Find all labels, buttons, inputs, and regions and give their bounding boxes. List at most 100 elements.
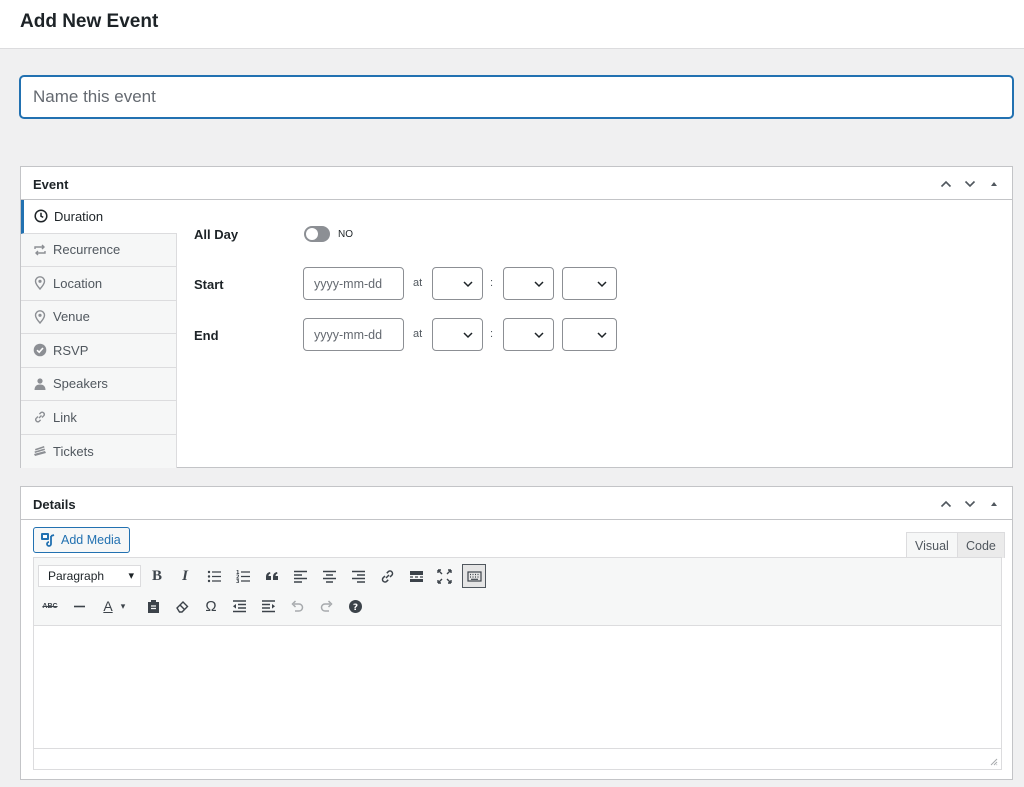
event-name-input[interactable] — [20, 76, 1013, 118]
chevron-down-icon — [597, 281, 607, 288]
media-icon — [41, 533, 55, 547]
quote-icon — [265, 571, 278, 580]
chevron-up-icon — [940, 500, 952, 508]
tab-code[interactable]: Code — [957, 532, 1005, 558]
horizontal-line-button[interactable] — [67, 594, 91, 618]
tab-recurrence[interactable]: Recurrence — [21, 234, 176, 267]
bulleted-list-button[interactable] — [202, 564, 226, 588]
blockquote-button[interactable] — [260, 564, 284, 588]
text-color-dropdown[interactable]: ▾ — [116, 594, 130, 618]
editor-statusbar — [34, 748, 1001, 769]
move-down-button[interactable] — [958, 173, 982, 195]
paste-text-button[interactable] — [141, 594, 165, 618]
triangle-up-icon — [991, 502, 997, 506]
event-postbox-header: Event — [21, 167, 1012, 200]
top-bar: Add New Event — [0, 0, 1024, 49]
map-pin-icon — [33, 276, 47, 291]
fullscreen-button[interactable] — [432, 564, 456, 588]
svg-text:3: 3 — [236, 579, 240, 584]
strikethrough-button[interactable]: ABC — [38, 594, 62, 618]
italic-button[interactable]: I — [173, 564, 197, 588]
horizontal-line-icon — [73, 605, 85, 607]
duration-fields: All Day NO Start at : End at : — [177, 200, 1012, 467]
resize-handle-icon[interactable] — [990, 758, 998, 766]
triangle-up-icon — [991, 182, 997, 186]
keyboard-icon — [466, 570, 482, 582]
toolbar-toggle-button[interactable] — [462, 564, 486, 588]
help-button[interactable]: ? — [343, 594, 367, 618]
chevron-down-icon — [463, 281, 473, 288]
details-postbox-title: Details — [33, 497, 76, 512]
all-day-label: All Day — [194, 227, 239, 242]
align-left-icon — [293, 570, 307, 583]
end-minute-select[interactable] — [503, 318, 554, 351]
tab-visual[interactable]: Visual — [906, 532, 958, 558]
start-date-input[interactable] — [303, 267, 404, 300]
event-tabs: Duration Recurrence Location Venue RSVP … — [21, 200, 177, 468]
add-media-label: Add Media — [61, 533, 121, 547]
editor-toolbar: Paragraph B I 123 — [34, 558, 1001, 626]
numbered-list-button[interactable]: 123 — [231, 564, 255, 588]
redo-icon — [320, 599, 333, 612]
read-more-button[interactable] — [404, 564, 428, 588]
event-postbox-actions — [934, 173, 1006, 195]
help-icon: ? — [348, 599, 362, 613]
undo-button[interactable] — [285, 594, 309, 618]
start-minute-select[interactable] — [503, 267, 554, 300]
align-right-icon — [351, 570, 365, 583]
move-up-button[interactable] — [934, 173, 958, 195]
toggle-panel-button[interactable] — [982, 493, 1006, 515]
end-ampm-select[interactable] — [562, 318, 617, 351]
chevron-down-icon — [964, 500, 976, 508]
end-hour-select[interactable] — [432, 318, 483, 351]
end-colon: : — [490, 328, 494, 340]
tab-label: Venue — [53, 309, 90, 325]
align-left-button[interactable] — [288, 564, 312, 588]
read-more-icon — [409, 570, 423, 582]
indent-button[interactable] — [256, 594, 280, 618]
tab-tickets[interactable]: Tickets — [21, 435, 176, 469]
details-postbox-actions — [934, 493, 1006, 515]
align-center-icon — [322, 570, 336, 583]
map-pin-icon — [33, 309, 47, 324]
start-at-text: at — [413, 277, 423, 289]
align-right-button[interactable] — [346, 564, 370, 588]
outdent-icon — [232, 599, 246, 612]
tab-label: Duration — [54, 208, 104, 224]
tab-label: Speakers — [53, 376, 108, 392]
event-postbox-title: Event — [33, 177, 69, 192]
undo-icon — [290, 599, 303, 612]
toggle-panel-button[interactable] — [982, 173, 1006, 195]
tab-speakers[interactable]: Speakers — [21, 368, 176, 401]
clear-formatting-button[interactable] — [170, 594, 194, 618]
format-select[interactable]: Paragraph — [38, 565, 141, 587]
tab-link[interactable]: Link — [21, 401, 176, 435]
tab-rsvp[interactable]: RSVP — [21, 334, 176, 368]
move-down-button[interactable] — [958, 493, 982, 515]
details-postbox: Details Add Media Visual Code Paragraph … — [20, 486, 1013, 780]
editor-content-area[interactable] — [34, 626, 1001, 748]
outdent-button[interactable] — [227, 594, 251, 618]
add-media-button[interactable]: Add Media — [33, 527, 130, 553]
redo-button[interactable] — [314, 594, 338, 618]
start-ampm-select[interactable] — [562, 267, 617, 300]
special-character-button[interactable]: Ω — [199, 594, 223, 618]
tab-duration[interactable]: Duration — [21, 200, 177, 234]
tab-location[interactable]: Location — [21, 267, 176, 301]
end-label: End — [194, 328, 219, 343]
clipboard-icon — [147, 599, 159, 613]
chevron-down-icon — [534, 281, 544, 288]
end-date-input[interactable] — [303, 318, 404, 351]
all-day-toggle[interactable] — [304, 226, 330, 242]
align-center-button[interactable] — [317, 564, 341, 588]
insert-link-button[interactable] — [375, 564, 399, 588]
details-postbox-header: Details — [21, 487, 1012, 520]
numbered-list-icon: 123 — [236, 570, 250, 584]
start-hour-select[interactable] — [432, 267, 483, 300]
bold-button[interactable]: B — [145, 564, 169, 588]
svg-text:?: ? — [352, 603, 357, 613]
tab-label: Link — [53, 409, 77, 425]
move-up-button[interactable] — [934, 493, 958, 515]
tab-venue[interactable]: Venue — [21, 301, 176, 334]
chevron-down-icon — [463, 332, 473, 339]
